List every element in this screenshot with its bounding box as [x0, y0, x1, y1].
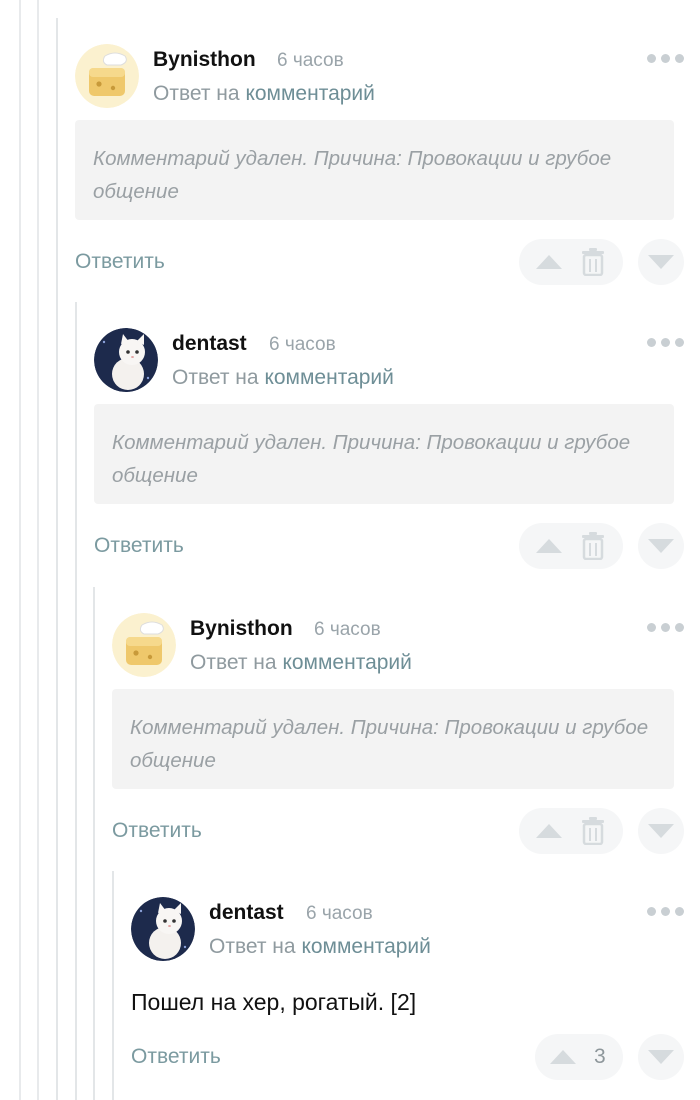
- author-name[interactable]: Bynisthon: [153, 48, 256, 72]
- reply-to-link[interactable]: комментарий: [245, 82, 374, 105]
- more-dots-icon[interactable]: [647, 54, 684, 63]
- reply-to-link[interactable]: комментарий: [282, 651, 411, 674]
- comment: Bynisthon 6 часов Ответ на комментарий К…: [75, 44, 700, 285]
- avatar[interactable]: [112, 613, 176, 677]
- comment-time: 6 часов: [314, 619, 381, 640]
- thread-line: [112, 871, 114, 1100]
- downvote-icon[interactable]: [648, 539, 674, 553]
- downvote-icon[interactable]: [648, 1050, 674, 1064]
- reply-button[interactable]: Ответить: [75, 250, 165, 274]
- reply-to-label: Ответ на комментарий: [172, 366, 394, 390]
- comment: Bynisthon 6 часов Ответ на комментарий К…: [112, 613, 700, 854]
- trash-icon[interactable]: [581, 532, 605, 560]
- more-dots-icon[interactable]: [647, 623, 684, 632]
- avatar[interactable]: [94, 328, 158, 392]
- comment-header: Bynisthon 6 часов Ответ на комментарий: [75, 44, 700, 108]
- reply-button[interactable]: Ответить: [131, 1045, 221, 1069]
- author-name[interactable]: dentast: [209, 901, 284, 925]
- deleted-comment-notice: Комментарий удален. Причина: Провокации …: [75, 120, 674, 220]
- vote-box: [519, 808, 623, 854]
- avatar[interactable]: [75, 44, 139, 108]
- author-name[interactable]: Bynisthon: [190, 617, 293, 641]
- reply-to-prefix: Ответ на: [172, 366, 259, 389]
- comment-time: 6 часов: [306, 903, 373, 924]
- reply-to-label: Ответ на комментарий: [209, 935, 431, 959]
- reply-to-label: Ответ на комментарий: [190, 651, 412, 675]
- reply-button[interactable]: Ответить: [112, 819, 202, 843]
- comment: dentast 6 часов Ответ на комментарий Пош…: [131, 897, 700, 1097]
- downvote-button[interactable]: [638, 808, 684, 854]
- reply-to-prefix: Ответ на: [190, 651, 277, 674]
- reply-to-link[interactable]: комментарий: [301, 935, 430, 958]
- thread-line: [56, 18, 58, 1100]
- downvote-button[interactable]: [638, 1034, 684, 1080]
- upvote-icon[interactable]: [550, 1050, 576, 1064]
- deleted-comment-notice: Комментарий удален. Причина: Провокации …: [94, 404, 674, 504]
- reply-to-prefix: Ответ на: [153, 82, 240, 105]
- downvote-icon[interactable]: [648, 255, 674, 269]
- upvote-icon[interactable]: [536, 539, 562, 553]
- more-dots-icon[interactable]: [647, 338, 684, 347]
- thread-line: [75, 302, 77, 1100]
- comment-header: dentast 6 часов Ответ на комментарий: [94, 328, 700, 392]
- deleted-comment-notice: Комментарий удален. Причина: Провокации …: [112, 689, 674, 789]
- comment-header: dentast 6 часов Ответ на комментарий: [131, 897, 700, 961]
- rating-count: 3: [594, 1045, 606, 1068]
- downvote-button[interactable]: [638, 239, 684, 285]
- vote-box: [519, 523, 623, 569]
- reply-to-prefix: Ответ на: [209, 935, 296, 958]
- trash-icon[interactable]: [581, 817, 605, 845]
- thread-line: [37, 0, 39, 1100]
- thread-line: [93, 587, 95, 1100]
- trash-icon[interactable]: [581, 248, 605, 276]
- vote-box: [519, 239, 623, 285]
- comment-time: 6 часов: [269, 334, 336, 355]
- comment-time: 6 часов: [277, 50, 344, 71]
- comment-header: Bynisthon 6 часов Ответ на комментарий: [112, 613, 700, 677]
- reply-to-link[interactable]: комментарий: [264, 366, 393, 389]
- downvote-icon[interactable]: [648, 824, 674, 838]
- comment: dentast 6 часов Ответ на комментарий Ком…: [94, 328, 700, 569]
- comment-text: Пошел на хер, рогатый. [2]: [131, 989, 417, 1015]
- upvote-icon[interactable]: [536, 255, 562, 269]
- upvote-icon[interactable]: [536, 824, 562, 838]
- reply-button[interactable]: Ответить: [94, 534, 184, 558]
- avatar[interactable]: [131, 897, 195, 961]
- downvote-button[interactable]: [638, 523, 684, 569]
- vote-box: 3: [535, 1034, 623, 1080]
- more-dots-icon[interactable]: [647, 907, 684, 916]
- reply-to-label: Ответ на комментарий: [153, 82, 375, 106]
- author-name[interactable]: dentast: [172, 332, 247, 356]
- thread-line: [19, 0, 21, 1100]
